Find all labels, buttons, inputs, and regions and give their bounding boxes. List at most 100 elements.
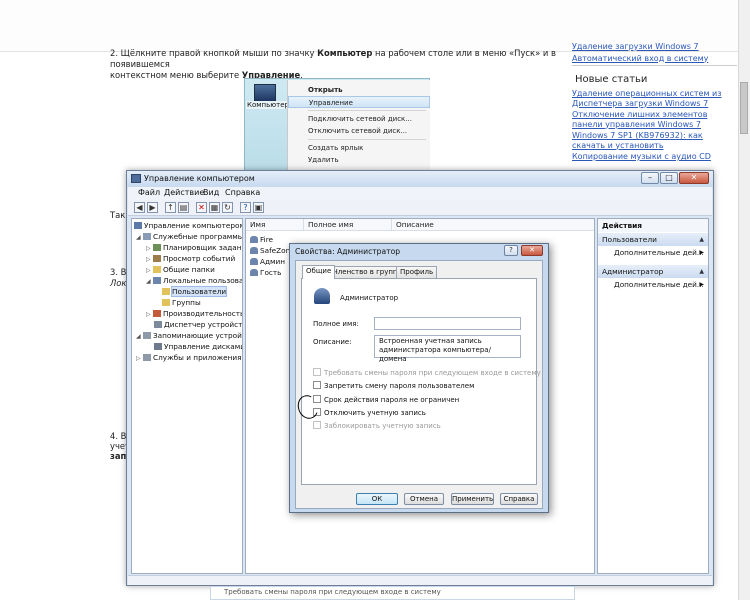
show-tree-icon[interactable]: ▤ [178,202,189,213]
tree-item[interactable]: ▷ Просмотр событий [146,253,235,264]
sidebar-link[interactable]: Автоматический вход в систему [572,54,737,64]
tree-item[interactable]: ▷ Службы и приложения [136,352,242,363]
checkbox-password-never-expires[interactable]: Срок действия пароля не ограничен [313,395,459,406]
tree-item[interactable]: ▷ Производительность [146,308,242,320]
tree-item[interactable]: Управление компьютером (л [134,220,243,231]
sidebar-link[interactable]: Отключение лишних элементов панели управ… [572,110,737,129]
actions-section-admin[interactable]: Администратор ▲ [598,265,708,278]
tree-item[interactable]: ◢ Локальные пользовате [146,275,242,287]
actions-section-label: Пользователи [602,235,657,244]
actions-section-label: Администратор [602,267,664,276]
apply-button[interactable]: Применить [451,493,494,505]
checkbox-must-change-password[interactable]: Требовать смены пароля при следующем вхо… [313,368,541,379]
menu-file[interactable]: Файл [138,188,160,197]
minimize-button[interactable]: – [641,172,659,184]
tree-item-users[interactable]: Пользователи [162,286,228,297]
fullname-field[interactable] [374,317,521,330]
actions-section-users[interactable]: Пользователи ▲ [598,233,708,246]
tab-general[interactable]: Общие [302,265,336,279]
step2-text-c: контекстном меню выберите [110,70,242,80]
event-viewer-icon [153,255,161,262]
maximize-button[interactable]: □ [660,172,678,184]
column-header-name[interactable]: Имя [246,219,304,231]
menu-view[interactable]: Вид [203,188,219,197]
context-menu-item: Подключить сетевой диск... [308,115,412,123]
cancel-button[interactable]: Отмена [404,493,444,505]
user-row[interactable]: Fire [250,234,273,245]
sidebar-divider [572,65,737,66]
context-menu-item: Удалить [308,156,339,164]
checkbox-label: Запретить смену пароля пользователем [324,382,475,390]
refresh-icon[interactable]: ↻ [222,202,233,213]
collapse-icon[interactable]: ◢ [146,276,153,287]
computer-icon [254,84,276,102]
sidebar-link[interactable]: Удаление операционных систем из Диспетче… [572,89,737,108]
collapse-icon: ▲ [699,268,704,275]
checkbox-box [313,381,321,389]
checkbox-label: Требовать смены пароля при следующем вхо… [324,369,541,377]
tree-label: Управление компьютером (л [144,221,243,230]
dialog-close-button[interactable]: ✕ [521,245,543,256]
expand-icon[interactable]: ▷ [146,309,153,320]
checkbox-account-locked[interactable]: Заблокировать учетную запись [313,421,441,432]
window-titlebar[interactable]: Управление компьютером – □ ✕ [127,171,713,187]
checkbox-account-disabled[interactable]: Отключить учетную запись [313,408,426,419]
checkbox-box [313,421,321,429]
user-icon [250,258,258,265]
close-button[interactable]: ✕ [679,172,709,184]
tree-item[interactable]: Диспетчер устройств [154,319,242,330]
performance-icon [153,310,161,317]
tab-profile[interactable]: Профиль [396,266,438,278]
description-field[interactable]: Встроенная учетная запись администратора… [374,335,521,363]
ok-button[interactable]: ОК [356,493,398,505]
actions-header: Действия [598,219,708,232]
back-icon[interactable]: ◀ [134,202,145,213]
properties-icon[interactable]: ▦ [209,202,220,213]
folder-icon [153,266,161,273]
tree-label: Локальные пользовате [163,276,242,285]
expand-icon[interactable]: ▷ [136,353,143,364]
dialog-body: Общие Членство в группах Профиль Админис… [295,260,543,509]
tree-item[interactable]: Управление дисками [154,341,242,352]
collapse-icon[interactable]: ◢ [136,232,143,243]
step2-bold-computer: Компьютер [317,48,373,58]
user-row[interactable]: Гость [250,267,281,278]
action-more-users[interactable]: Дополнительные дей... ▶ [614,247,708,259]
tree-item[interactable]: Группы [162,297,201,308]
user-icon [250,269,258,276]
sidebar-link[interactable]: Windows 7 SP1 (KB976932): как скачать и … [572,131,737,150]
step-4-fragment: зап [110,451,127,461]
sidebar-link[interactable]: Копирование музыки с аудио CD [572,152,737,162]
menu-action[interactable]: Действие [164,188,204,197]
sidebar-articles: Удаление загрузки Windows 7 Автоматическ… [572,42,737,164]
column-header-fullname[interactable]: Полное имя [304,219,392,231]
user-name: Админ [260,257,286,266]
forward-icon[interactable]: ▶ [147,202,158,213]
fullname-label: Полное имя: [313,320,359,328]
collapse-icon[interactable]: ◢ [136,331,143,342]
context-menu-item: Отключить сетевой диск... [308,127,408,135]
help-button[interactable]: Справка [500,493,538,505]
console-icon[interactable]: ▣ [253,202,264,213]
up-folder-icon[interactable]: ↑ [165,202,176,213]
services-icon [143,354,151,361]
action-more-admin[interactable]: Дополнительные дей... ▶ [614,279,708,291]
checkbox-cannot-change-password[interactable]: Запретить смену пароля пользователем [313,381,474,392]
delete-icon[interactable]: ✕ [196,202,207,213]
background-checkbox-text: Требовать смены пароля при следующем вхо… [224,588,441,596]
tools-icon [143,233,151,240]
menu-help[interactable]: Справка [225,188,260,197]
dialog-help-button[interactable]: ? [504,245,518,256]
user-icon [250,247,258,254]
sidebar-link[interactable]: Удаление загрузки Windows 7 [572,42,737,52]
page-scrollbar-thumb[interactable] [740,82,748,134]
tree-item[interactable]: ▷ Планировщик заданий [146,242,242,253]
help-icon[interactable]: ? [240,202,251,213]
column-header-description[interactable]: Описание [392,219,594,231]
step2-text-a: 2. Щёлкните правой кнопкой мыши по значк… [110,48,318,58]
tree-label: Служебные программы [153,232,243,241]
tree-item[interactable]: ◢ Запоминающие устройст [136,330,242,342]
tree-item[interactable]: ▷ Общие папки [146,264,215,275]
tree-item[interactable]: ◢ Служебные программы [136,231,243,243]
user-row[interactable]: Админ [250,256,285,267]
